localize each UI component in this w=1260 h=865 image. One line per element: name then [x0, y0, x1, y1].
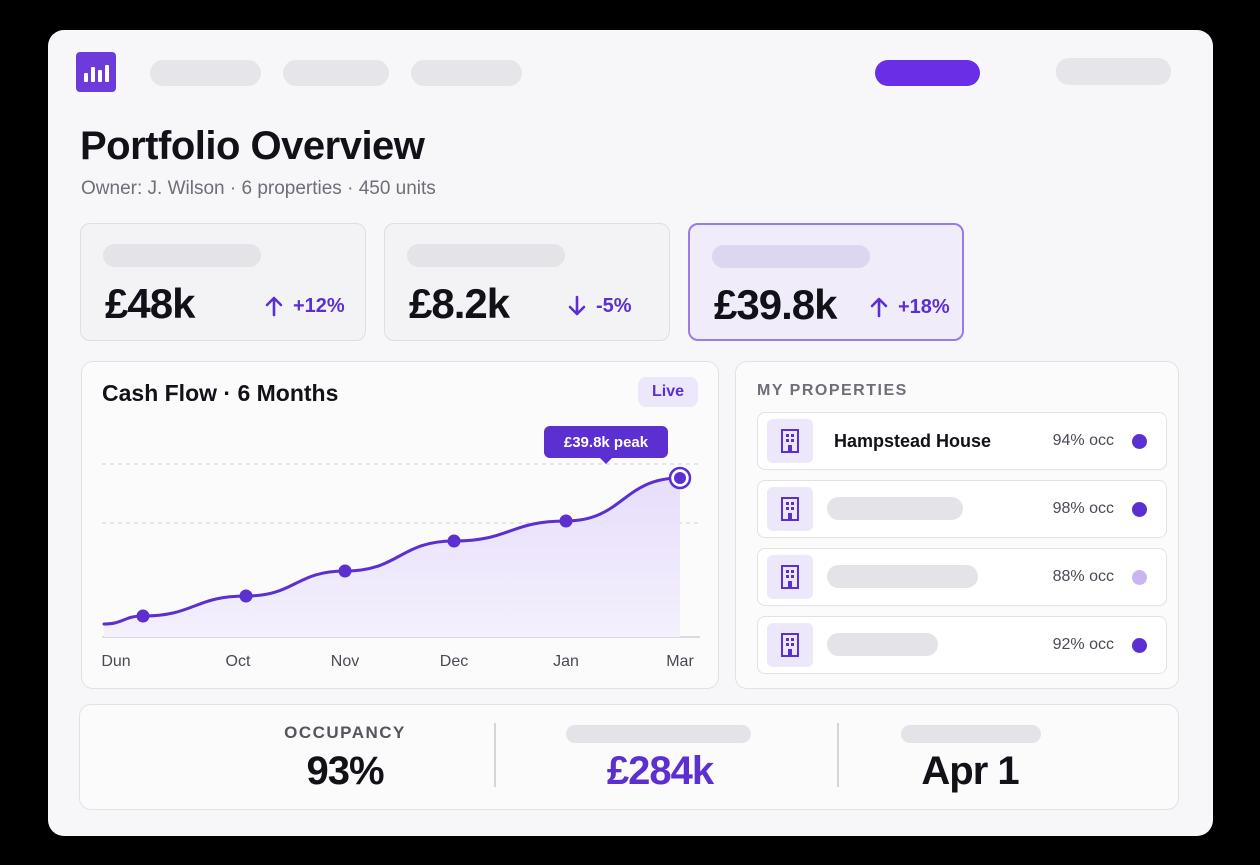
- kpi-trend: -5%: [566, 294, 632, 318]
- properties-heading: MY PROPERTIES: [757, 382, 908, 399]
- kpi-trend-value: +12%: [293, 294, 345, 317]
- dashboard-frame: Portfolio Overview Owner: J. Wilson · 6 …: [48, 30, 1213, 836]
- property-name-placeholder: [827, 633, 938, 656]
- property-occupancy: 88% occ: [1052, 568, 1114, 585]
- property-row[interactable]: Hampstead House 94% occ: [757, 412, 1167, 470]
- property-occupancy: 92% occ: [1052, 636, 1114, 653]
- building-icon: [767, 487, 813, 531]
- property-occupancy: 98% occ: [1052, 500, 1114, 517]
- property-occupancy: 94% occ: [1052, 432, 1114, 449]
- kpi-label-placeholder: [712, 245, 870, 268]
- cash-flow-area: [104, 478, 680, 637]
- property-row[interactable]: 98% occ: [757, 480, 1167, 538]
- chart-title: Cash Flow · 6 Months: [102, 380, 339, 406]
- cash-flow-panel: Dun Oct Nov Dec Jan Mar £39.8k peak Cash Flow…: [81, 361, 719, 689]
- nav-item-3[interactable]: [411, 60, 522, 86]
- stat-label-placeholder: [566, 725, 751, 743]
- peak-tooltip: £39.8k peak: [544, 426, 668, 464]
- status-dot: [1132, 502, 1147, 517]
- kpi-label-placeholder: [407, 244, 565, 267]
- kpi-card[interactable]: £8.2k -5%: [384, 223, 670, 341]
- x-tick-label: Oct: [226, 653, 251, 670]
- building-icon: [767, 555, 813, 599]
- x-tick-label: Mar: [666, 653, 694, 670]
- data-point[interactable]: [447, 534, 461, 548]
- kpi-trend: +18%: [868, 295, 950, 319]
- arrow-up-icon: [870, 297, 888, 318]
- cash-flow-chart: Dun Oct Nov Dec Jan Mar £39.8k peak: [101, 426, 700, 670]
- stat-label-placeholder: [901, 725, 1041, 743]
- arrow-up-icon: [265, 296, 283, 317]
- kpi-card[interactable]: £48k +12%: [80, 223, 366, 341]
- property-row[interactable]: 92% occ: [757, 616, 1167, 674]
- kpi-value: £48k: [105, 280, 195, 327]
- status-dot: [1132, 434, 1147, 449]
- kpi-value: £8.2k: [409, 280, 510, 327]
- occupancy-value: 93%: [306, 749, 384, 793]
- data-point[interactable]: [559, 514, 573, 528]
- property-name-placeholder: [827, 497, 963, 520]
- building-icon: [767, 419, 813, 463]
- primary-action-button[interactable]: [875, 60, 980, 86]
- page-subtitle: Owner: J. Wilson · 6 properties · 450 un…: [81, 178, 436, 199]
- occupancy-label: OCCUPANCY: [284, 723, 406, 742]
- properties-panel: MY PROPERTIES Hampstead House 94% occ 98…: [735, 361, 1179, 689]
- peak-label: £39.8k peak: [564, 434, 649, 451]
- status-dot: [1132, 570, 1147, 585]
- property-name: Hampstead House: [834, 431, 992, 451]
- data-point[interactable]: [239, 589, 253, 603]
- arrow-down-icon: [568, 295, 586, 316]
- kpi-label-placeholder: [103, 244, 261, 267]
- account-menu[interactable]: [1056, 58, 1171, 85]
- divider: [494, 723, 496, 787]
- kpi-trend-value: +18%: [898, 295, 950, 318]
- bar-chart-icon[interactable]: [76, 52, 116, 92]
- nav-item-2[interactable]: [283, 60, 389, 86]
- divider: [837, 723, 839, 787]
- data-point[interactable]: [136, 609, 150, 623]
- live-badge[interactable]: Live: [638, 377, 698, 407]
- page-title: Portfolio Overview: [80, 124, 425, 168]
- kpi-card-selected[interactable]: £39.8k +18%: [688, 223, 964, 341]
- data-point[interactable]: [674, 472, 686, 484]
- x-tick-label: Dec: [440, 653, 468, 670]
- date-value: Apr 1: [921, 749, 1019, 793]
- x-tick-label: Nov: [331, 653, 359, 670]
- kpi-trend: +12%: [263, 294, 345, 318]
- stats-bar: OCCUPANCY 93% £284k Apr 1: [79, 704, 1179, 810]
- x-tick-label: Dun: [101, 653, 130, 670]
- nav-item-1[interactable]: [150, 60, 261, 86]
- property-row[interactable]: 88% occ: [757, 548, 1167, 606]
- revenue-value: £284k: [606, 749, 714, 793]
- property-name-placeholder: [827, 565, 978, 588]
- data-point[interactable]: [338, 564, 352, 578]
- status-dot: [1132, 638, 1147, 653]
- kpi-value: £39.8k: [714, 281, 837, 328]
- kpi-trend-value: -5%: [596, 294, 632, 317]
- x-tick-label: Jan: [553, 653, 579, 670]
- building-icon: [767, 623, 813, 667]
